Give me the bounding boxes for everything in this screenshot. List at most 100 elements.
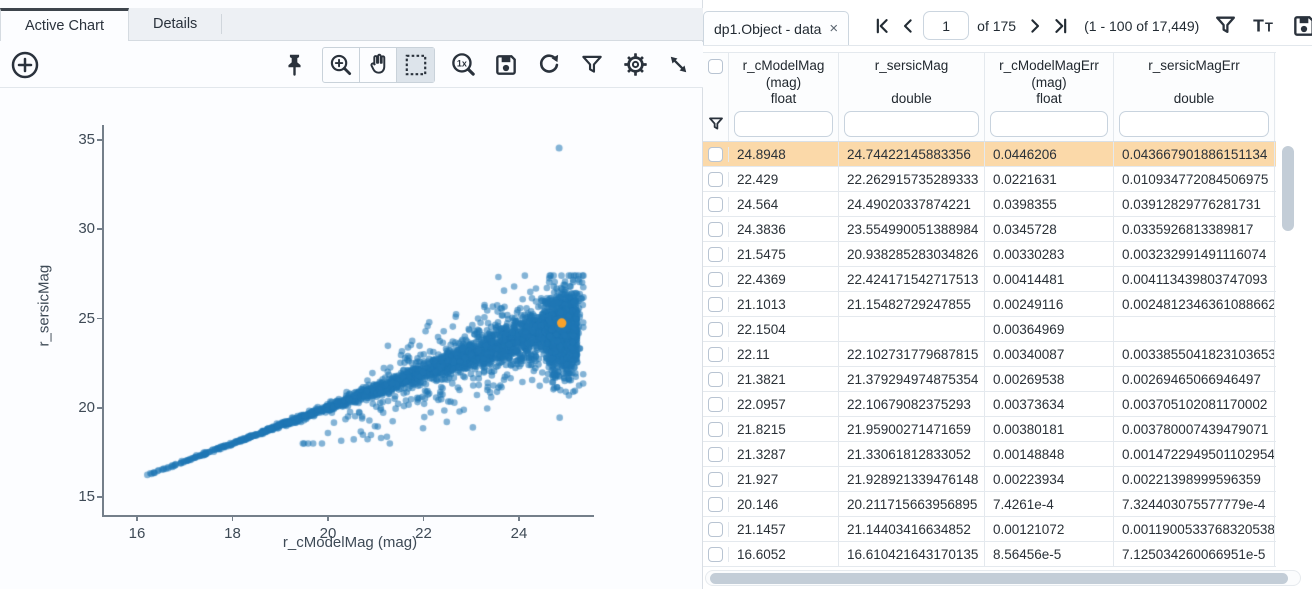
row-checkbox[interactable]: [708, 172, 723, 187]
y-tick-mark: [97, 139, 103, 141]
vertical-scrollbar-thumb[interactable]: [1282, 146, 1294, 231]
table-row[interactable]: 21.101321.154827292478550.002491160.0024…: [703, 292, 1276, 317]
table-row[interactable]: 21.821521.959002714716590.003801810.0037…: [703, 417, 1276, 442]
pan-tool-button[interactable]: [360, 48, 397, 82]
table-cell: 0.0011900533768320538: [1114, 517, 1275, 542]
filter-input-r_cModelMag[interactable]: [734, 111, 833, 137]
row-checkbox[interactable]: [708, 547, 723, 562]
hand-icon: [365, 52, 391, 78]
pin-chart-button[interactable]: [279, 50, 309, 80]
save-table-button[interactable]: [1291, 13, 1312, 39]
table-row[interactable]: 24.894824.744221458833560.04462060.04366…: [703, 142, 1276, 167]
first-page-button[interactable]: [871, 14, 893, 38]
table-cell: 0.0024812346361088662: [1114, 292, 1275, 317]
column-type: float: [985, 90, 1113, 107]
row-checkbox[interactable]: [708, 197, 723, 212]
page-number-input[interactable]: [923, 11, 969, 40]
row-checkbox-cell: [703, 497, 729, 512]
table-row[interactable]: 24.56424.490203378742210.03983550.039128…: [703, 192, 1276, 217]
table-cell: 22.11: [729, 342, 839, 367]
chart-settings-button[interactable]: [620, 50, 650, 80]
filter-cell-r_sersicMag: [839, 107, 985, 141]
tab-details[interactable]: Details: [129, 8, 221, 40]
column-unit: [1114, 75, 1274, 90]
row-checkbox[interactable]: [708, 497, 723, 512]
expand-chart-button[interactable]: [663, 50, 693, 80]
filter-chart-button[interactable]: [577, 50, 607, 80]
add-chart-button[interactable]: [10, 50, 40, 80]
row-checkbox[interactable]: [708, 347, 723, 362]
row-checkbox[interactable]: [708, 397, 723, 412]
restore-chart-button[interactable]: [534, 50, 564, 80]
y-tick-label: 30: [55, 220, 95, 237]
table-row[interactable]: 20.14620.2117156639568957.4261e-47.32440…: [703, 492, 1276, 517]
filter-table-button[interactable]: [1213, 13, 1238, 38]
row-checkbox[interactable]: [708, 222, 723, 237]
table-row[interactable]: 22.436922.4241715427175130.004144810.004…: [703, 267, 1276, 292]
table-cell: 24.8948: [729, 142, 839, 167]
column-name: r_sersicMagErr: [1114, 57, 1274, 75]
table-row[interactable]: 16.605216.6104216431701358.56456e-57.125…: [703, 542, 1276, 567]
row-checkbox[interactable]: [708, 522, 723, 537]
row-checkbox[interactable]: [708, 322, 723, 337]
row-checkbox[interactable]: [708, 447, 723, 462]
horizontal-scrollbar[interactable]: [705, 570, 1301, 586]
row-checkbox[interactable]: [708, 272, 723, 287]
table-cell: 0.0345728: [985, 217, 1114, 242]
column-header-r_sersicMagErr[interactable]: r_sersicMagErrdouble: [1114, 53, 1275, 107]
table-tab-title: dp1.Object - data: [714, 21, 821, 37]
filter-icon-cell: [703, 107, 729, 141]
row-checkbox[interactable]: [708, 422, 723, 437]
zoom-tool-button[interactable]: [323, 48, 360, 82]
row-checkbox[interactable]: [708, 372, 723, 387]
table-cell: 21.3287: [729, 442, 839, 467]
tab-active-chart[interactable]: Active Chart: [0, 8, 129, 41]
text-view-button[interactable]: T T: [1251, 13, 1278, 38]
table-row[interactable]: 21.328721.330618128330520.001488480.0014…: [703, 442, 1276, 467]
table-row[interactable]: 22.15040.00364969: [703, 317, 1276, 342]
table-tab[interactable]: dp1.Object - data ×: [703, 11, 849, 45]
vertical-scrollbar[interactable]: [1281, 143, 1295, 568]
prev-page-button[interactable]: [897, 14, 919, 38]
scatter-plot-canvas[interactable]: [103, 120, 603, 520]
table-cell: 21.33061812833052: [839, 442, 985, 467]
filter-input-r_cModelMagErr[interactable]: [990, 111, 1108, 137]
column-header-r_sersicMag[interactable]: r_sersicMagdouble: [839, 53, 985, 107]
table-row[interactable]: 22.42922.2629157352893330.02216310.01093…: [703, 167, 1276, 192]
table-row[interactable]: 21.547520.9382852830348260.003302830.003…: [703, 242, 1276, 267]
next-page-button[interactable]: [1024, 14, 1046, 38]
row-checkbox[interactable]: [708, 297, 723, 312]
filter-input-r_sersicMag[interactable]: [844, 111, 979, 137]
column-header-r_cModelMag[interactable]: r_cModelMag(mag)float: [729, 53, 839, 107]
row-checkbox-cell: [703, 547, 729, 562]
x-axis-line: [102, 515, 594, 517]
table-row[interactable]: 21.145721.144034166348520.001210720.0011…: [703, 517, 1276, 542]
column-header-r_cModelMagErr[interactable]: r_cModelMagErr(mag)float: [985, 53, 1114, 107]
pin-icon: [282, 52, 307, 77]
table-cell: 20.211715663956895: [839, 492, 985, 517]
row-checkbox[interactable]: [708, 472, 723, 487]
zoom-original-button[interactable]: 1x: [448, 50, 478, 80]
table-row[interactable]: 21.382121.3792949748753540.002695380.002…: [703, 367, 1276, 392]
filter-icon: [707, 115, 725, 133]
table-cell: 22.4369: [729, 267, 839, 292]
save-chart-button[interactable]: [491, 50, 521, 80]
tab-details-label: Details: [153, 16, 197, 32]
table-row[interactable]: 22.1122.1027317796878150.003400870.00338…: [703, 342, 1276, 367]
table-row[interactable]: 22.095722.106790823752930.003736340.0037…: [703, 392, 1276, 417]
row-checkbox[interactable]: [708, 247, 723, 262]
select-all-checkbox[interactable]: [708, 59, 723, 74]
close-icon[interactable]: ×: [829, 20, 838, 37]
chart-mode-button-group: [322, 47, 435, 83]
row-checkbox[interactable]: [708, 147, 723, 162]
box-select-tool-button[interactable]: [397, 48, 434, 82]
table-body: 24.894824.744221458833560.04462060.04366…: [703, 142, 1276, 567]
filter-input-r_sersicMagErr[interactable]: [1119, 111, 1269, 137]
last-page-button[interactable]: [1050, 14, 1072, 38]
table-row[interactable]: 24.383623.5549900513889840.03457280.0335…: [703, 217, 1276, 242]
table-row[interactable]: 21.92721.9289213394761480.002239340.0022…: [703, 467, 1276, 492]
horizontal-scrollbar-thumb[interactable]: [710, 573, 1288, 584]
row-range-label: (1 - 100 of 17,449): [1084, 18, 1199, 34]
table-cell: [1114, 317, 1275, 342]
last-page-icon: [1051, 16, 1071, 36]
